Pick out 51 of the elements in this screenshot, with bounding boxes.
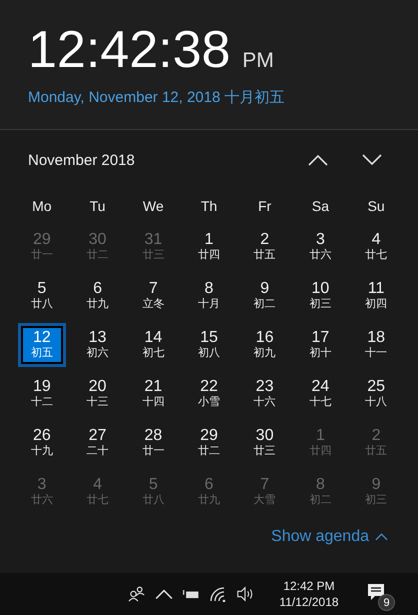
weekday-label: Th — [200, 198, 218, 214]
calendar-day[interactable]: 11 初四 — [352, 274, 400, 318]
calendar-day[interactable]: 19 十二 — [18, 372, 66, 416]
wifi-icon[interactable] — [209, 586, 227, 602]
calendar-day[interactable]: 18 十一 — [352, 322, 400, 366]
calendar-day[interactable]: 12 初五 — [18, 322, 66, 366]
weekday-label: Su — [368, 198, 385, 214]
calendar-day[interactable]: 10 初三 — [296, 274, 344, 318]
calendar-day[interactable]: 17 初十 — [296, 322, 344, 366]
calendar-day[interactable]: 8 十月 — [184, 274, 233, 318]
next-month-icon[interactable] — [362, 154, 382, 166]
weekday-label: Fr — [258, 198, 272, 214]
calendar-day[interactable]: 24 十七 — [296, 372, 344, 416]
calendar-day[interactable]: 27 二十 — [74, 420, 122, 464]
calendar-day[interactable]: 13 初六 — [74, 322, 122, 366]
date-link[interactable]: Monday, November 12, 2018 十月初五 — [28, 88, 285, 107]
calendar-day[interactable]: 1 廿四 — [184, 224, 233, 268]
calendar-day[interactable]: 21 十四 — [129, 372, 178, 416]
calendar-day[interactable]: 4 廿七 — [352, 224, 400, 268]
calendar-day[interactable]: 6 廿九 — [74, 274, 122, 318]
calendar-day[interactable]: 14 初七 — [129, 322, 178, 366]
calendar-day[interactable]: 30 廿三 — [240, 420, 289, 464]
month-title[interactable]: November 2018 — [28, 152, 135, 168]
show-agenda-link[interactable]: Show agenda — [271, 528, 369, 546]
taskbar-date[interactable]: 11/12/2018 — [279, 594, 339, 610]
weekday-label: We — [142, 198, 164, 214]
calendar-day[interactable]: 2 廿五 — [240, 224, 289, 268]
calendar-day[interactable]: 15 初八 — [184, 322, 233, 366]
weekday-label: Sa — [312, 198, 329, 214]
clock-time: 12:42:38 — [28, 20, 230, 80]
calendar-day[interactable]: 5 廿八 — [18, 274, 66, 318]
calendar-day[interactable]: 3 廿六 — [296, 224, 344, 268]
notification-icon[interactable] — [367, 583, 385, 601]
calendar-day[interactable]: 25 十八 — [352, 372, 400, 416]
calendar-day[interactable]: 9 初二 — [240, 274, 289, 318]
calendar-day[interactable]: 26 十九 — [18, 420, 66, 464]
previous-month-icon[interactable] — [308, 154, 328, 166]
clock-period: PM — [242, 49, 274, 73]
calendar-day[interactable]: 22 小雪 — [184, 372, 233, 416]
weekday-label: Tu — [90, 198, 106, 214]
notification-badge: 9 — [378, 594, 395, 611]
taskbar-time[interactable]: 12:42 PM — [283, 578, 335, 594]
calendar-day[interactable]: 29 廿二 — [184, 420, 233, 464]
calendar-day[interactable]: 23 十六 — [240, 372, 289, 416]
calendar-day[interactable]: 28 廿一 — [129, 420, 178, 464]
weekday-label: Mo — [32, 198, 52, 214]
volume-icon[interactable] — [236, 586, 254, 602]
calendar-day[interactable]: 7 立冬 — [129, 274, 178, 318]
calendar-day[interactable]: 16 初九 — [240, 322, 289, 366]
people-icon[interactable] — [128, 586, 146, 602]
calendar-day[interactable]: 20 十三 — [74, 372, 122, 416]
